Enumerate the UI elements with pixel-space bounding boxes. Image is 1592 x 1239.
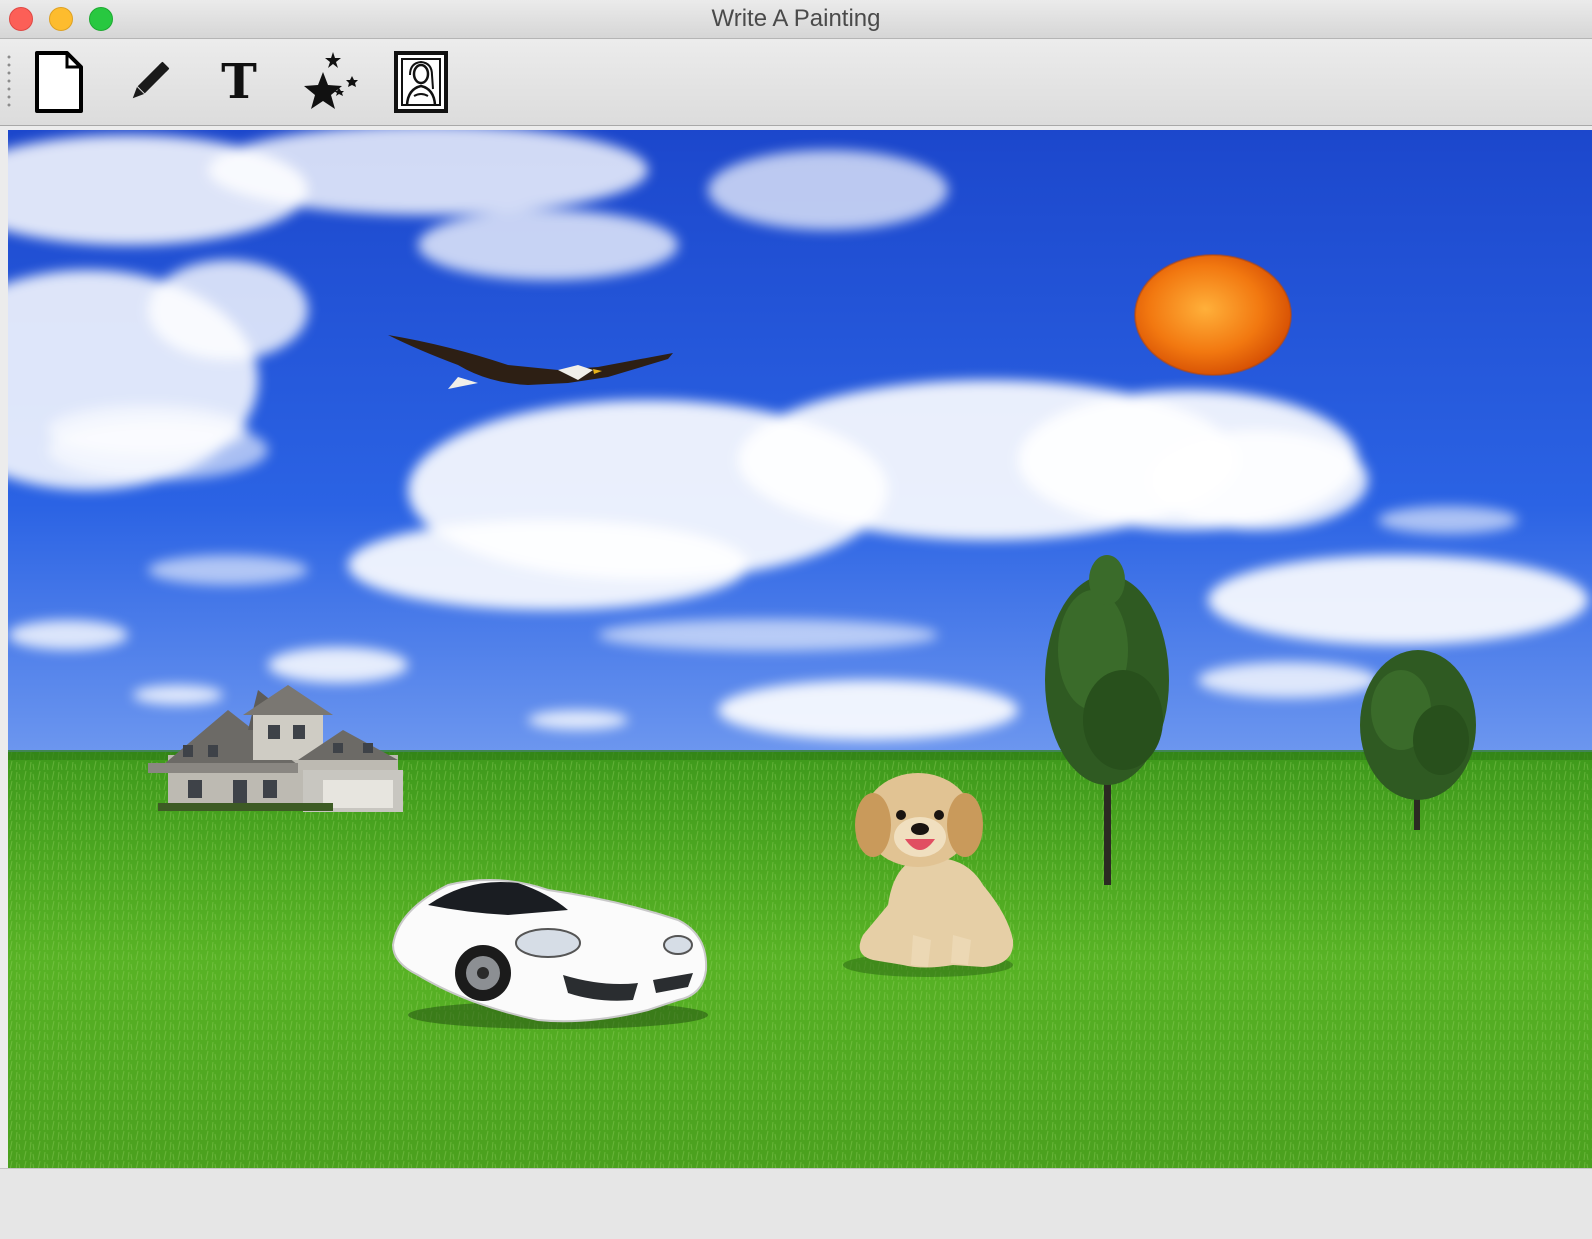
pencil-tool-button[interactable]: [116, 49, 182, 115]
text-tool-button[interactable]: T: [206, 49, 272, 115]
portrait-frame-icon: [394, 51, 448, 113]
insert-picture-button[interactable]: [388, 49, 454, 115]
status-bar: [0, 1168, 1592, 1239]
painting-canvas[interactable]: [8, 130, 1592, 1168]
toolbar-grip-handle[interactable]: [7, 53, 11, 111]
sun[interactable]: [1134, 254, 1292, 376]
magic-stars-icon: [304, 52, 358, 109]
effects-tool-button[interactable]: [296, 49, 362, 115]
text-icon: T: [221, 54, 257, 110]
new-document-button[interactable]: [26, 49, 92, 115]
pencil-icon: [132, 61, 170, 99]
title-bar: Write A Painting: [0, 0, 1592, 39]
new-document-icon: [35, 51, 83, 113]
window-title: Write A Painting: [711, 5, 881, 32]
toolbar: T: [0, 39, 1592, 126]
painting-scene: [8, 130, 1592, 1168]
